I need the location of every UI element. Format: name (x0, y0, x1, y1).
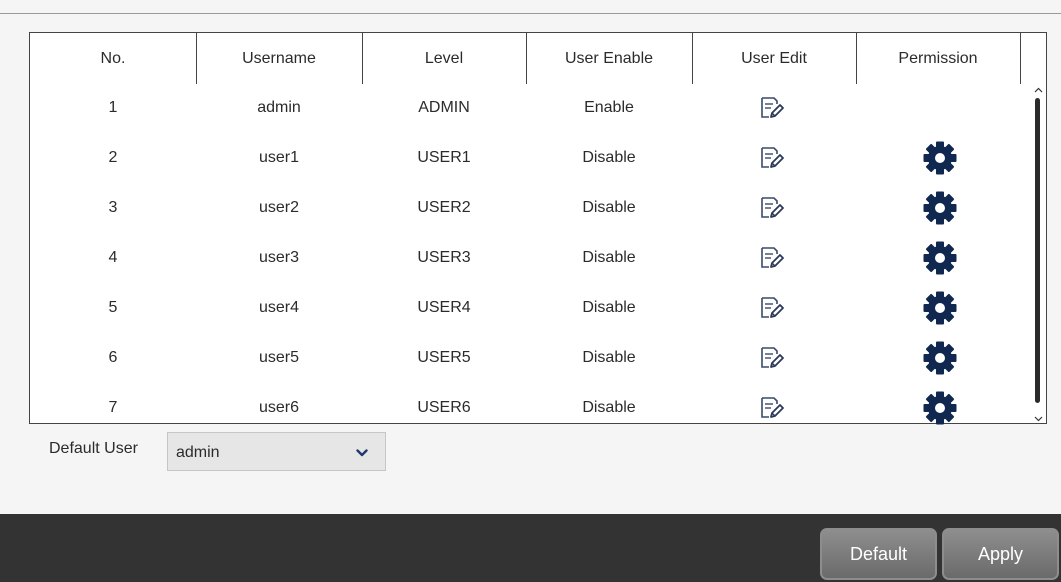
cell-username: user1 (258, 148, 300, 166)
default-user-label: Default User (49, 440, 138, 457)
table-row[interactable]: 7 user6 USER6 Disable (30, 383, 1030, 432)
scroll-down-arrow-icon[interactable] (1034, 414, 1043, 423)
scrollbar-thumb[interactable] (1035, 98, 1040, 403)
edit-icon[interactable] (692, 133, 852, 182)
default-user-select[interactable]: admin (167, 432, 386, 471)
cell-username: user4 (258, 298, 300, 316)
cell-username: user6 (258, 398, 300, 416)
default-user-value: admin (176, 444, 220, 461)
edit-icon[interactable] (692, 183, 852, 232)
cell-user-enable: Disable (582, 298, 636, 316)
cell-level: USER5 (417, 348, 471, 366)
chevron-down-icon (356, 449, 368, 457)
cell-no: 4 (108, 248, 118, 266)
cell-level: USER6 (417, 398, 471, 416)
gear-icon[interactable] (860, 233, 1020, 282)
edit-icon[interactable] (692, 383, 852, 432)
top-divider (0, 13, 1061, 14)
apply-button[interactable]: Apply (942, 528, 1059, 580)
cell-level: USER3 (417, 248, 471, 266)
cell-level: ADMIN (418, 98, 470, 116)
cell-user-enable: Disable (582, 148, 636, 166)
header-level: Level (424, 50, 464, 67)
cell-no: 3 (108, 198, 118, 216)
cell-user-enable: Disable (582, 198, 636, 216)
cell-no: 5 (108, 298, 118, 316)
cell-no: 1 (108, 98, 118, 116)
user-table: No. Username Level User Enable User Edit… (29, 32, 1047, 424)
gear-icon[interactable] (860, 133, 1020, 182)
header-divider (1020, 33, 1021, 84)
cell-no: 7 (108, 398, 118, 416)
cell-user-enable: Enable (584, 98, 634, 116)
table-row[interactable]: 3 user2 USER2 Disable (30, 183, 1030, 232)
gear-icon[interactable] (860, 183, 1020, 232)
table-row[interactable]: 2 user1 USER1 Disable (30, 133, 1030, 182)
header-no: No. (100, 50, 126, 67)
default-button[interactable]: Default (820, 528, 937, 580)
gear-icon[interactable] (860, 283, 1020, 332)
header-user-edit: User Edit (741, 50, 807, 67)
cell-username: user3 (258, 248, 300, 266)
gear-icon[interactable] (860, 383, 1020, 432)
edit-icon[interactable] (692, 83, 852, 132)
edit-icon[interactable] (692, 283, 852, 332)
cell-user-enable: Disable (582, 398, 636, 416)
cell-username: user5 (258, 348, 300, 366)
header-user-enable: User Enable (564, 50, 654, 67)
cell-level: USER2 (417, 198, 471, 216)
table-row[interactable]: 6 user5 USER5 Disable (30, 333, 1030, 382)
cell-level: USER4 (417, 298, 471, 316)
table-row[interactable]: 4 user3 USER3 Disable (30, 233, 1030, 282)
table-row[interactable]: 1 admin ADMIN Enable (30, 83, 1030, 132)
edit-icon[interactable] (692, 233, 852, 282)
vertical-scrollbar[interactable] (1031, 85, 1046, 424)
edit-icon[interactable] (692, 333, 852, 382)
cell-user-enable: Disable (582, 348, 636, 366)
cell-user-enable: Disable (582, 248, 636, 266)
header-permission: Permission (898, 50, 978, 67)
cell-username: user2 (258, 198, 300, 216)
gear-icon[interactable] (860, 333, 1020, 382)
table-row[interactable]: 5 user4 USER4 Disable (30, 283, 1030, 332)
cell-level: USER1 (417, 148, 471, 166)
scroll-up-arrow-icon[interactable] (1034, 86, 1043, 95)
cell-no: 2 (108, 148, 118, 166)
header-username: Username (242, 50, 316, 67)
cell-no: 6 (108, 348, 118, 366)
cell-username: admin (257, 98, 301, 116)
